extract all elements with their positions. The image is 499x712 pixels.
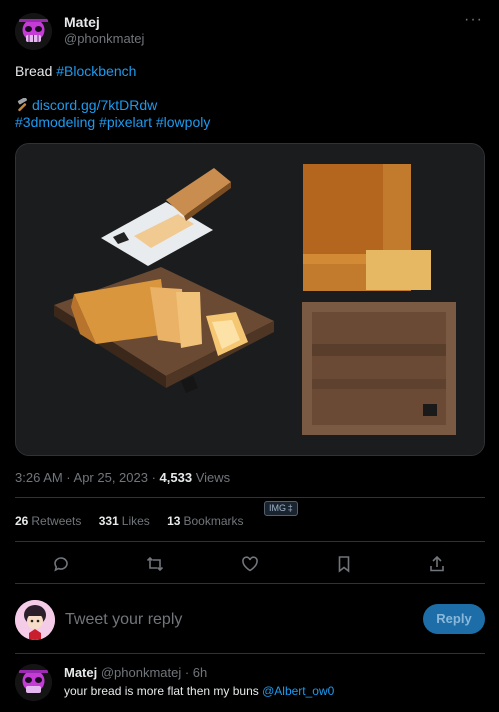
- comment-handle-time[interactable]: @phonkmatej · 6h: [97, 665, 207, 680]
- comment-author-name[interactable]: Matej: [64, 665, 97, 680]
- more-options-icon[interactable]: ···: [464, 11, 483, 29]
- purple-skull-avatar-icon: [15, 664, 52, 701]
- views-count: 4,533: [159, 470, 193, 485]
- bookmarks-label: Bookmarks: [183, 514, 244, 528]
- hashtag-blockbench[interactable]: #Blockbench: [56, 63, 136, 79]
- tweet-media-image[interactable]: [15, 143, 485, 456]
- hashtags-line[interactable]: #3dmodeling #pixelart #lowpoly: [15, 114, 485, 131]
- tweet-header: Matej @phonkmatej ···: [15, 11, 485, 50]
- comment-body: your bread is more flat then my buns: [64, 684, 263, 698]
- reply-icon[interactable]: [51, 554, 71, 574]
- author-avatar[interactable]: [15, 13, 52, 50]
- divider: [15, 653, 485, 654]
- share-icon[interactable]: [427, 554, 447, 574]
- purple-skull-avatar-icon: [15, 13, 52, 50]
- tweet-timestamp: 3:26 AM · Apr 25, 2023 · 4,533 Views: [15, 470, 230, 485]
- views-label: Views: [192, 470, 231, 485]
- likes-count: 331: [98, 514, 119, 528]
- timestamp-text[interactable]: 3:26 AM · Apr 25, 2023 ·: [15, 470, 160, 485]
- anime-avatar-icon: [15, 600, 55, 640]
- reply-tweet[interactable]: Matej @phonkmatej · 6h your bread is mor…: [15, 664, 485, 712]
- retweets-label: Retweets: [31, 514, 82, 528]
- tweet-line-link: discord.gg/7ktDRdw: [15, 97, 485, 114]
- divider: [15, 497, 485, 498]
- img-badge: IMG ‡: [264, 501, 298, 516]
- comment-header: Matej @phonkmatej · 6h: [64, 665, 207, 680]
- author-name[interactable]: Matej: [64, 14, 100, 30]
- divider: [15, 583, 485, 584]
- like-icon[interactable]: [240, 554, 260, 574]
- bookmarks-stat[interactable]: 13 Bookmarks: [167, 514, 243, 528]
- tweet-text: Bread #Blockbench discord.gg/7ktDRdw #3d…: [15, 63, 485, 131]
- likes-stat[interactable]: 331 Likes: [99, 514, 150, 528]
- user-avatar[interactable]: [15, 600, 55, 640]
- hammer-icon: [15, 97, 32, 112]
- tweet-actions: [15, 552, 485, 576]
- retweets-count: 26: [15, 514, 29, 528]
- bookmark-icon[interactable]: [334, 554, 354, 574]
- retweets-stat[interactable]: 26 Retweets: [15, 514, 81, 528]
- bookmarks-count: 13: [167, 514, 181, 528]
- mention-link[interactable]: @Albert_ow0: [262, 684, 334, 698]
- comment-avatar[interactable]: [15, 664, 52, 701]
- divider: [15, 541, 485, 542]
- author-handle[interactable]: @phonkmatej: [64, 31, 144, 46]
- reply-composer: Tweet your reply Reply: [15, 600, 485, 640]
- tweet-line-1: Bread #Blockbench: [15, 63, 485, 80]
- likes-label: Likes: [121, 514, 150, 528]
- reply-button[interactable]: Reply: [423, 604, 485, 634]
- tweet-stats: 26 Retweets 331 Likes 13 Bookmarks: [15, 514, 258, 528]
- bread-model-render: [16, 144, 484, 455]
- reply-input[interactable]: Tweet your reply: [65, 611, 182, 629]
- discord-link[interactable]: discord.gg/7ktDRdw: [32, 97, 157, 113]
- tweet-word-bread: Bread: [15, 63, 57, 79]
- retweet-icon[interactable]: [145, 554, 165, 574]
- comment-text: your bread is more flat then my buns @Al…: [64, 684, 334, 698]
